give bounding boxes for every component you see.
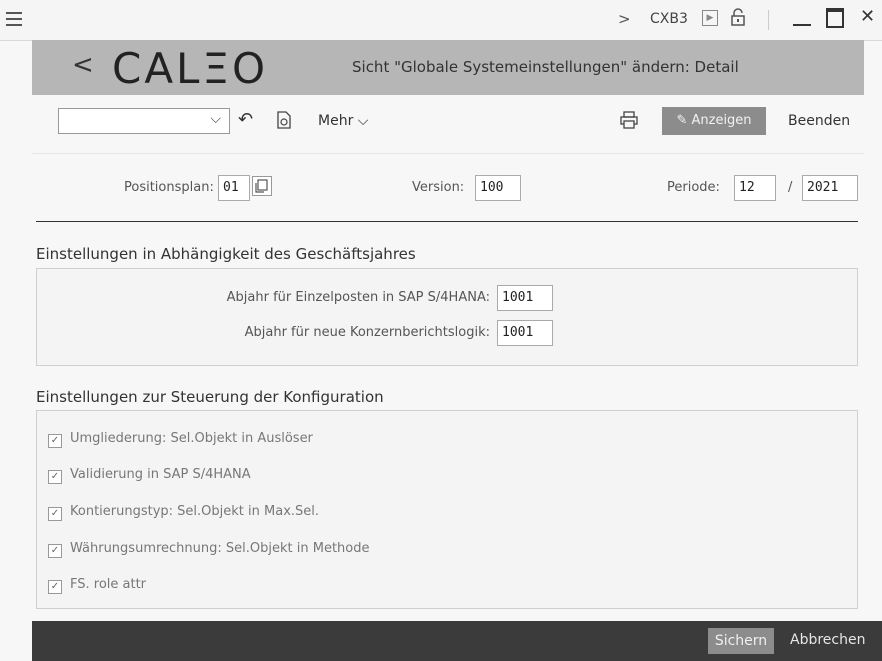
- checkbox[interactable]: ✓: [48, 580, 62, 594]
- divider: [36, 221, 858, 222]
- shell-header: < CALΞO Sicht "Globale Systemeinstellung…: [32, 40, 864, 95]
- chevron-down-icon[interactable]: ⌵: [210, 111, 221, 127]
- display-button-label: Anzeigen: [691, 113, 752, 128]
- checkbox[interactable]: ✓: [48, 434, 62, 448]
- checkbox-label: Kontierungstyp: Sel.Objekt in Max.Sel.: [70, 504, 320, 519]
- positionsplan-field[interactable]: 01: [218, 175, 250, 201]
- positionsplan-label: Positionsplan:: [124, 180, 214, 195]
- checkbox-item[interactable]: ✓ Kontierungstyp: Sel.Objekt in Max.Sel.: [48, 504, 319, 521]
- section-title-config: Einstellungen zur Steuerung der Konfigur…: [36, 388, 384, 406]
- checkbox[interactable]: ✓: [48, 507, 62, 521]
- chevron-down-icon: ⌵: [357, 113, 369, 129]
- display-button[interactable]: ✎ Anzeigen: [662, 107, 766, 135]
- logo: CALΞO: [112, 44, 269, 93]
- save-button[interactable]: Sichern: [708, 628, 774, 654]
- transaction-code: CXB3: [650, 11, 688, 27]
- toolbar: ⌵ ↶ Mehr ⌵ ✎ Anzeigen Beenden: [32, 95, 864, 154]
- field-label: Abjahr für neue Konzernberichtslogik:: [244, 325, 490, 340]
- command-field[interactable]: ⌵: [58, 108, 230, 134]
- details-icon[interactable]: [276, 111, 292, 129]
- period-separator: /: [788, 180, 793, 195]
- window-titlebar: > CXB3 ▶ ✕: [0, 0, 882, 41]
- print-icon[interactable]: [620, 111, 638, 129]
- checkbox-item[interactable]: ✓ FS. role attr: [48, 577, 146, 594]
- checkbox[interactable]: ✓: [48, 544, 62, 558]
- group-fiscal-year: [36, 268, 858, 366]
- field-label: Abjahr für Einzelposten in SAP S/4HANA:: [226, 290, 490, 305]
- version-label: Version:: [412, 180, 465, 195]
- year-field[interactable]: 2021: [802, 175, 858, 201]
- checkbox-label: FS. role attr: [70, 577, 147, 592]
- undo-icon[interactable]: ↶: [238, 109, 253, 130]
- divider: [768, 10, 769, 30]
- glasses-icon: ✎: [676, 113, 692, 128]
- checkbox-label: Validierung in SAP S/4HANA: [70, 467, 251, 482]
- field-input[interactable]: 1001: [497, 320, 553, 346]
- more-label: Mehr: [318, 113, 354, 129]
- checkbox-label: Währungsumrechnung: Sel.Objekt in Method…: [70, 541, 370, 556]
- back-button[interactable]: <: [72, 50, 94, 80]
- menu-icon[interactable]: [6, 8, 26, 30]
- page-title: Sicht "Globale Systemeinstellungen" ände…: [352, 58, 739, 76]
- periode-field[interactable]: 12: [734, 175, 776, 201]
- field-input[interactable]: 1001: [497, 285, 553, 311]
- version-field[interactable]: 100: [475, 175, 521, 201]
- play-icon[interactable]: ▶: [702, 10, 718, 26]
- maximize-icon[interactable]: [826, 8, 844, 28]
- minimize-icon[interactable]: [793, 24, 811, 26]
- checkbox-item[interactable]: ✓ Validierung in SAP S/4HANA: [48, 467, 251, 484]
- checkbox-item[interactable]: ✓ Umgliederung: Sel.Objekt in Auslöser: [48, 431, 313, 448]
- copy-icon[interactable]: [252, 176, 272, 196]
- section-title-fiscal-year: Einstellungen in Abhängigkeit des Geschä…: [36, 245, 416, 263]
- checkbox-label: Umgliederung: Sel.Objekt in Auslöser: [70, 431, 313, 446]
- checkbox-item[interactable]: ✓ Währungsumrechnung: Sel.Objekt in Metho…: [48, 541, 370, 558]
- checkbox[interactable]: ✓: [48, 470, 62, 484]
- lock-icon[interactable]: [730, 7, 746, 27]
- cancel-button[interactable]: Abbrechen: [790, 632, 865, 648]
- close-icon[interactable]: ✕: [860, 6, 875, 27]
- chevron-right-icon[interactable]: >: [618, 10, 631, 28]
- more-menu[interactable]: Mehr ⌵: [318, 113, 368, 129]
- periode-label: Periode:: [667, 180, 720, 195]
- footer-bar: Sichern Abbrechen: [32, 621, 882, 661]
- exit-button[interactable]: Beenden: [788, 113, 850, 129]
